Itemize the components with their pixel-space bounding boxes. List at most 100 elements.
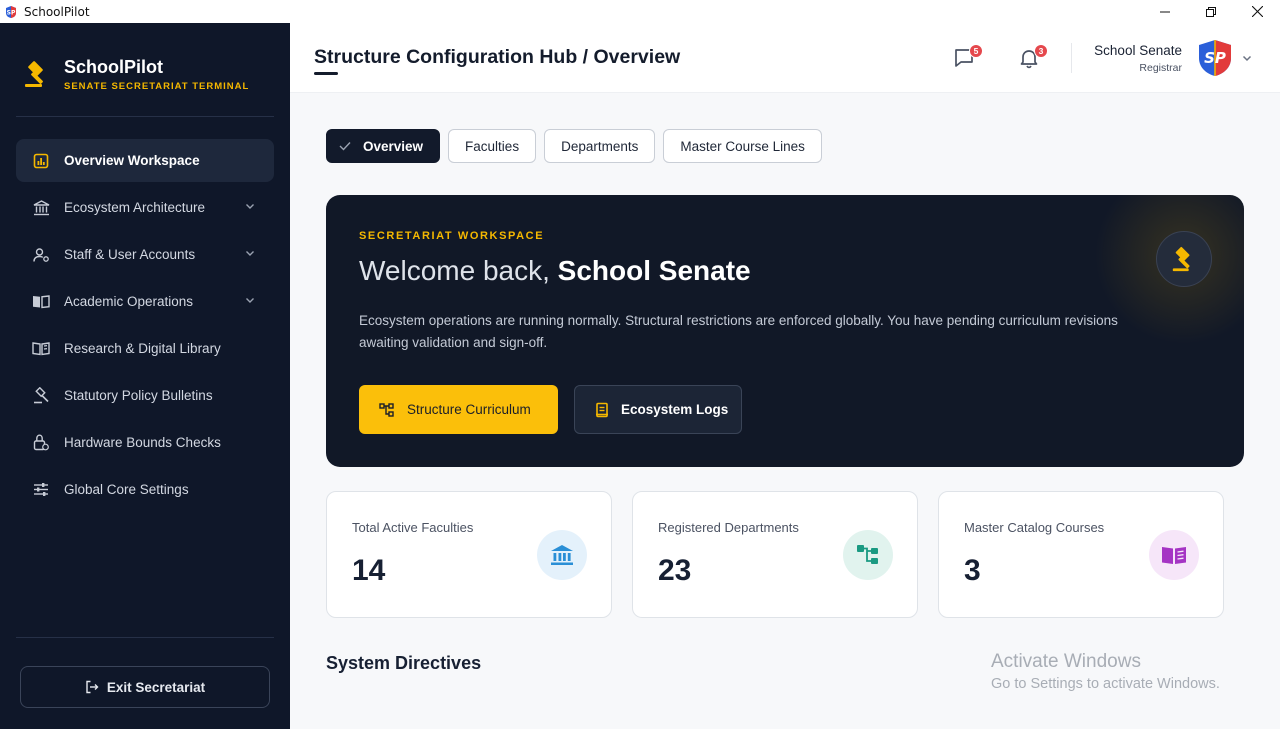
notifications-button[interactable]: 3 (1018, 44, 1048, 71)
sidebar-item-research-digital-library[interactable]: Research & Digital Library (16, 327, 274, 370)
sidebar-item-label: Hardware Bounds Checks (64, 435, 221, 450)
sidebar-item-statutory-policy-bulletins[interactable]: Statutory Policy Bulletins (16, 374, 274, 417)
scroll-log-icon (596, 402, 608, 417)
user-role: Registrar (1139, 62, 1182, 74)
tab-label: Departments (561, 138, 639, 154)
sidebar-nav: Overview Workspace Ecosystem Architectur… (16, 139, 274, 515)
logout-icon (86, 680, 99, 694)
tab-label: Overview (363, 138, 424, 154)
hero-title: Welcome back, School Senate (359, 255, 751, 287)
sidebar-item-overview-workspace[interactable]: Overview Workspace (16, 139, 274, 182)
gavel-icon (1172, 246, 1190, 272)
sidebar-item-label: Global Core Settings (64, 482, 189, 497)
close-icon (1251, 6, 1263, 17)
activate-windows-title: Activate Windows (991, 651, 1141, 672)
stat-icon-badge (537, 530, 587, 580)
gavel-badge (1156, 231, 1212, 287)
messages-count-badge: 5 (969, 44, 983, 58)
sidebar-item-label: Staff & User Accounts (64, 247, 196, 262)
messages-button[interactable]: 5 (953, 44, 983, 71)
hero-user-name: School Senate (557, 255, 751, 286)
stat-value: 23 (658, 554, 692, 587)
tab-label: Faculties (465, 138, 520, 154)
brand-subtitle: SENATE SECRETARIAT TERMINAL (64, 81, 250, 92)
sidebar-item-label: Academic Operations (64, 294, 194, 309)
sidebar-item-hardware-bounds-checks[interactable]: Hardware Bounds Checks (16, 421, 274, 464)
stat-label: Registered Departments (658, 520, 799, 535)
book-open-icon (32, 293, 50, 311)
chevron-down-icon[interactable] (1241, 52, 1253, 64)
stat-card-courses: Master Catalog Courses 3 (938, 491, 1224, 618)
stat-card-departments: Registered Departments 23 (632, 491, 918, 618)
structure-curriculum-button[interactable]: Structure Curriculum (359, 385, 558, 434)
window-titlebar: SP SchoolPilot (0, 0, 1280, 23)
welcome-hero: SECRETARIAT WORKSPACE Welcome back, Scho… (326, 195, 1244, 467)
app-logo-icon: SP (6, 5, 16, 18)
stat-value: 3 (964, 554, 981, 587)
secondary-button-label: Ecosystem Logs (621, 402, 729, 417)
stat-value: 14 (352, 554, 386, 587)
restore-icon (1206, 6, 1216, 17)
sidebar-item-label: Statutory Policy Bulletins (64, 388, 213, 403)
close-window-button[interactable] (1234, 0, 1280, 23)
book-icon (1162, 547, 1186, 564)
stat-icon-badge (843, 530, 893, 580)
hierarchy-icon (379, 402, 394, 417)
sidebar-divider (16, 116, 274, 117)
page-title: Structure Configuration Hub / Overview (314, 46, 681, 68)
chart-bar-icon (32, 152, 50, 170)
sidebar-item-label: Overview Workspace (64, 153, 200, 168)
hierarchy-icon (857, 545, 878, 564)
lock-check-icon (32, 434, 50, 452)
sliders-icon (32, 481, 50, 499)
tab-departments[interactable]: Departments (544, 129, 656, 163)
check-icon (339, 142, 351, 151)
activate-windows-subtitle: Go to Settings to activate Windows. (991, 676, 1220, 692)
sidebar-item-global-core-settings[interactable]: Global Core Settings (16, 468, 274, 511)
minimize-icon (1160, 11, 1170, 12)
sidebar-item-label: Ecosystem Architecture (64, 200, 206, 215)
sidebar-item-academic-operations[interactable]: Academic Operations (16, 280, 274, 323)
tab-faculties[interactable]: Faculties (448, 129, 537, 163)
user-name: School Senate (1094, 43, 1182, 58)
gavel-icon (32, 387, 50, 405)
hero-greeting: Welcome back, (359, 255, 558, 286)
sidebar-item-label: Research & Digital Library (64, 341, 221, 356)
restore-button[interactable] (1188, 0, 1234, 23)
sidebar: SchoolPilot SENATE SECRETARIAT TERMINAL … (0, 23, 290, 729)
avatar[interactable]: SP (1197, 39, 1233, 77)
title-underline (314, 72, 338, 75)
stat-card-faculties: Total Active Faculties 14 (326, 491, 612, 618)
avatar-initials: SP (1204, 49, 1226, 67)
tab-overview[interactable]: Overview (326, 129, 441, 163)
minimize-button[interactable] (1142, 0, 1188, 23)
chevron-down-icon (246, 298, 254, 303)
header-separator (1071, 43, 1072, 73)
brand[interactable]: SchoolPilot SENATE SECRETARIAT TERMINAL (22, 56, 249, 92)
gavel-logo-icon (25, 61, 43, 87)
stat-label: Total Active Faculties (352, 520, 474, 535)
primary-button-label: Structure Curriculum (407, 402, 531, 417)
hero-kicker: SECRETARIAT WORKSPACE (359, 230, 545, 242)
exit-secretariat-button[interactable]: Exit Secretariat (20, 666, 270, 708)
ecosystem-logs-button[interactable]: Ecosystem Logs (574, 385, 742, 434)
svg-text:SP: SP (7, 9, 16, 16)
window-title: SchoolPilot (24, 4, 90, 19)
tab-label: Master Course Lines (680, 138, 805, 154)
exit-label: Exit Secretariat (106, 679, 206, 695)
sidebar-item-staff-user-accounts[interactable]: Staff & User Accounts (16, 233, 274, 276)
institution-icon (551, 545, 573, 565)
tab-master-course-lines[interactable]: Master Course Lines (663, 129, 822, 163)
library-icon (32, 340, 50, 358)
notifications-count-badge: 3 (1034, 44, 1048, 58)
chevron-down-icon (246, 204, 254, 209)
brand-name: SchoolPilot (64, 57, 163, 77)
stat-label: Master Catalog Courses (964, 520, 1105, 535)
chevron-down-icon (246, 251, 254, 256)
hero-description: Ecosystem operations are running normall… (359, 313, 1118, 350)
section-tabs: Overview Faculties Departments Master Co… (326, 129, 830, 163)
sidebar-divider (16, 637, 274, 638)
sidebar-item-ecosystem-architecture[interactable]: Ecosystem Architecture (16, 186, 274, 229)
section-title: System Directives (326, 653, 482, 673)
institution-icon (32, 199, 50, 217)
